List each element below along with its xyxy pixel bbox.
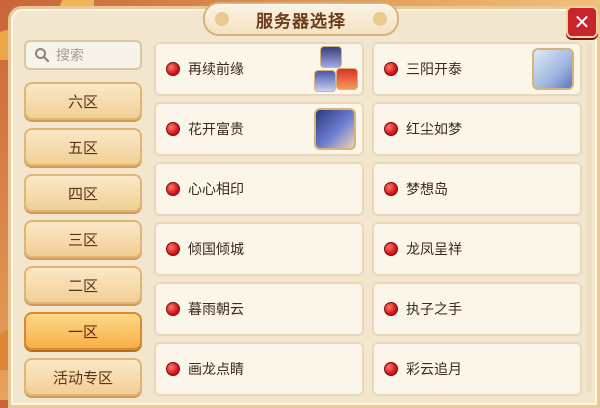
scrollbar[interactable] (586, 42, 592, 392)
server-item[interactable]: 三阳开泰 (372, 42, 582, 96)
status-dot-icon (384, 62, 398, 76)
status-dot-icon (384, 302, 398, 316)
server-item[interactable]: 彩云追月 (372, 342, 582, 396)
character-avatar (320, 46, 342, 68)
close-button[interactable]: ✕ (566, 6, 598, 38)
zone-button-6[interactable]: 六区 (24, 82, 142, 120)
title-ornament (373, 12, 387, 26)
server-name: 三阳开泰 (406, 62, 462, 78)
server-name: 暮雨朝云 (188, 302, 244, 318)
server-name: 再续前缘 (188, 62, 244, 78)
server-name: 龙凤呈祥 (406, 242, 462, 258)
server-name: 倾国倾城 (188, 242, 244, 258)
server-item[interactable]: 倾国倾城 (154, 222, 364, 276)
server-item[interactable]: 梦想岛 (372, 162, 582, 216)
status-dot-icon (166, 62, 180, 76)
zone-label: 六区 (67, 92, 98, 111)
search-icon (35, 48, 50, 63)
status-dot-icon (384, 242, 398, 256)
zone-button-1[interactable]: 一区 (24, 312, 142, 350)
zone-label: 二区 (67, 276, 98, 295)
character-avatar (336, 68, 358, 90)
zone-label: 一区 (67, 322, 98, 341)
status-dot-icon (384, 182, 398, 196)
zone-button-event[interactable]: 活动专区 (24, 358, 142, 396)
title-bar: 服务器选择 (203, 2, 399, 36)
status-dot-icon (384, 122, 398, 136)
close-icon: ✕ (573, 10, 591, 34)
status-dot-icon (166, 362, 180, 376)
title-ornament (215, 12, 229, 26)
server-item[interactable]: 心心相印 (154, 162, 364, 216)
zone-sidebar: 搜索 六区 五区 四区 三区 二区 一区 活动专区 (20, 38, 148, 400)
server-item[interactable]: 画龙点睛 (154, 342, 364, 396)
zone-button-2[interactable]: 二区 (24, 266, 142, 304)
server-name: 执子之手 (406, 302, 462, 318)
server-item[interactable]: 执子之手 (372, 282, 582, 336)
server-name: 红尘如梦 (406, 122, 462, 138)
status-dot-icon (384, 362, 398, 376)
zone-label: 活动专区 (52, 368, 113, 387)
zone-label: 四区 (67, 184, 98, 203)
page-title: 服务器选择 (256, 11, 346, 32)
status-dot-icon (166, 122, 180, 136)
status-dot-icon (166, 302, 180, 316)
server-name: 彩云追月 (406, 362, 462, 378)
zone-label: 三区 (67, 230, 98, 249)
status-dot-icon (166, 242, 180, 256)
status-dot-icon (166, 182, 180, 196)
server-name: 花开富贵 (188, 122, 244, 138)
zone-button-3[interactable]: 三区 (24, 220, 142, 258)
server-name: 心心相印 (188, 182, 244, 198)
character-avatar (314, 70, 336, 92)
zone-button-4[interactable]: 四区 (24, 174, 142, 212)
search-input[interactable]: 搜索 (24, 40, 142, 70)
server-name: 梦想岛 (406, 182, 448, 198)
server-item[interactable]: 再续前缘 (154, 42, 364, 96)
server-name: 画龙点睛 (188, 362, 244, 378)
server-item[interactable]: 暮雨朝云 (154, 282, 364, 336)
server-item[interactable]: 花开富贵 (154, 102, 364, 156)
server-item[interactable]: 红尘如梦 (372, 102, 582, 156)
search-placeholder: 搜索 (56, 48, 84, 64)
character-avatar (314, 108, 356, 150)
zone-button-5[interactable]: 五区 (24, 128, 142, 166)
server-item[interactable]: 龙凤呈祥 (372, 222, 582, 276)
zone-label: 五区 (67, 138, 98, 157)
server-grid: 再续前缘 三阳开泰 花开富贵 红尘如梦 心心相印 梦想岛 倾国倾城 龙凤呈祥 暮… (154, 42, 584, 400)
character-avatar (532, 48, 574, 90)
